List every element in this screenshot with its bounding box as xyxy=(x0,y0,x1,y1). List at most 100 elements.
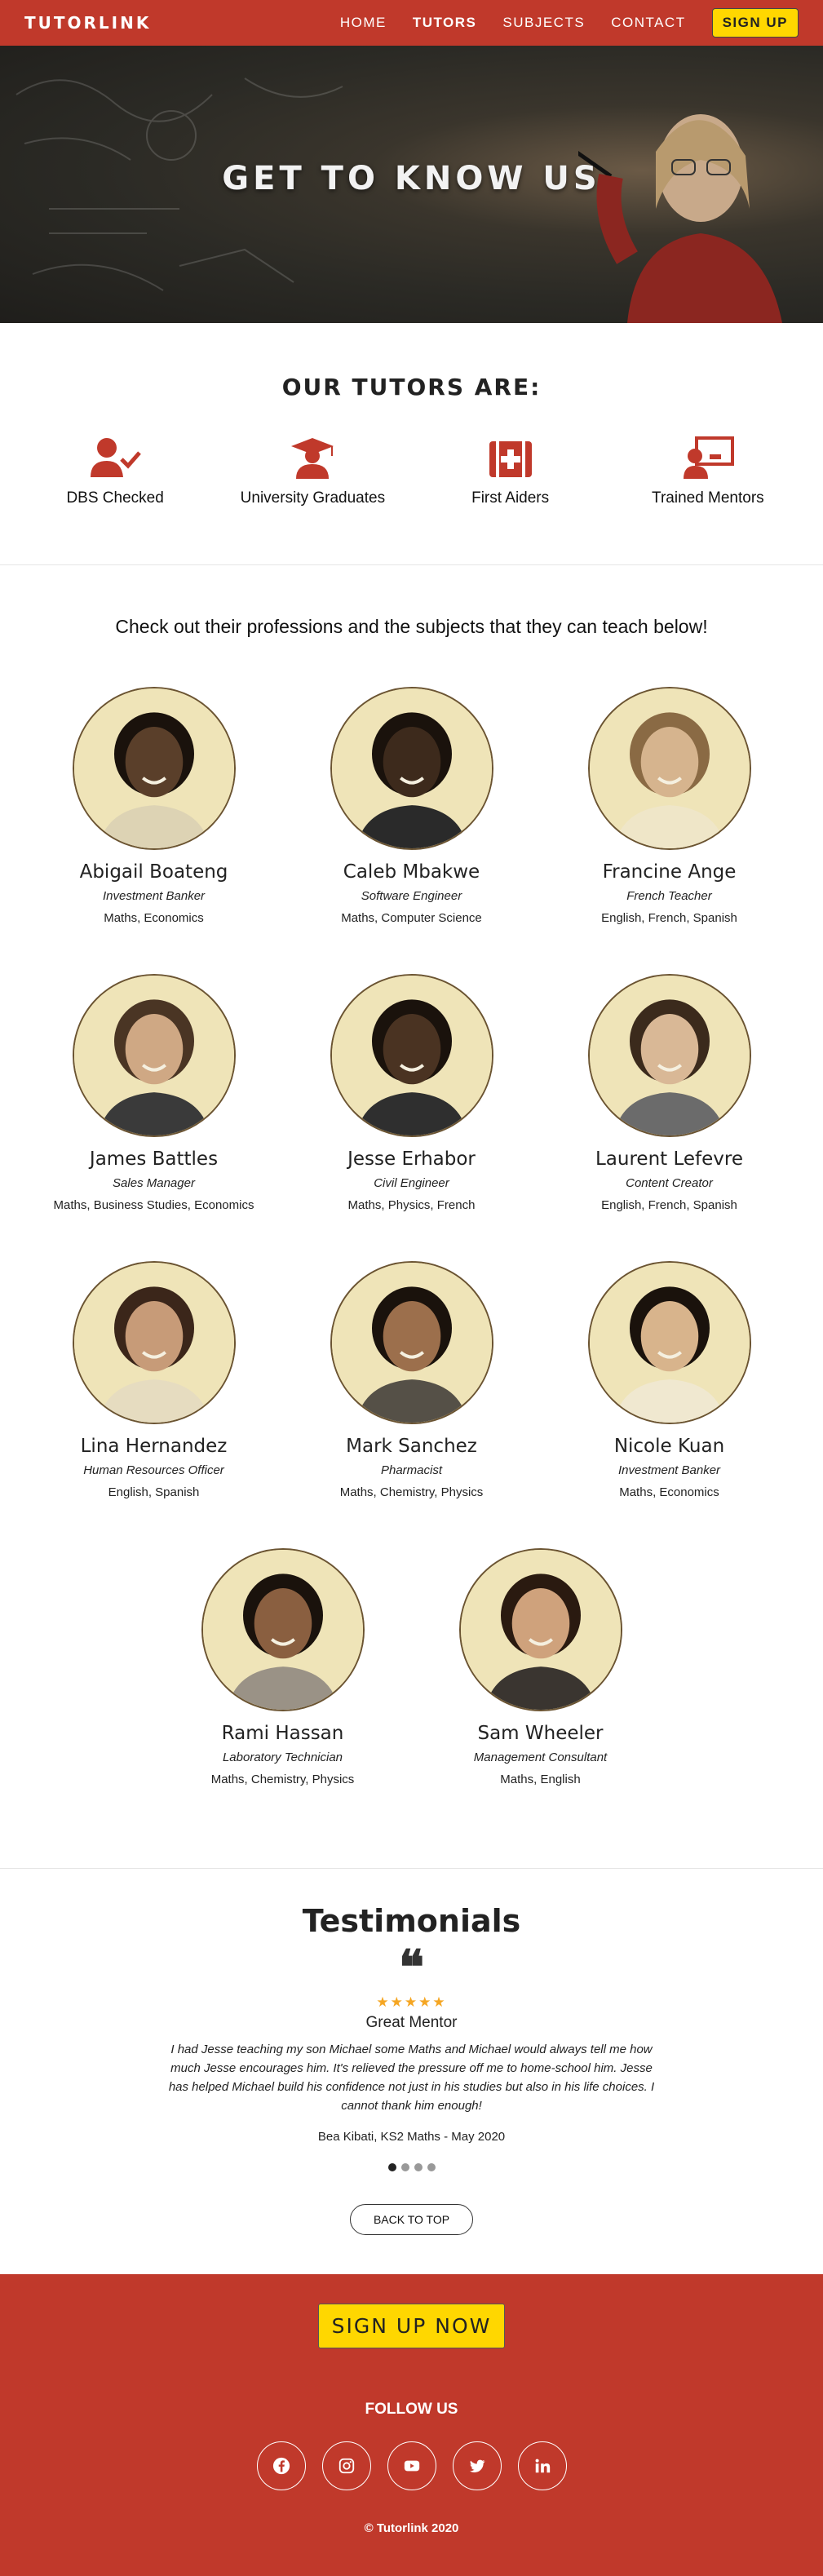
tutor-role: French Teacher xyxy=(626,889,712,903)
quality-label: First Aiders xyxy=(471,489,550,507)
tutor-photo xyxy=(73,976,234,1135)
back-to-top-button[interactable]: BACK TO TOP xyxy=(349,2204,474,2235)
nav-link-contact[interactable]: CONTACT xyxy=(611,15,685,31)
carousel-dot[interactable] xyxy=(414,2163,423,2171)
tutor-card: Sam Wheeler Management Consultant Maths, E… xyxy=(412,1548,670,1786)
linkedin-link[interactable] xyxy=(517,2441,567,2490)
tutor-name: Nicole Kuan xyxy=(613,1436,725,1457)
tutor-card: Rami Hassan Laboratory Technician Maths, C… xyxy=(154,1548,412,1786)
tutor-name: Mark Sanchez xyxy=(346,1436,477,1457)
quality-label: University Graduates xyxy=(240,489,386,507)
tutor-name: Caleb Mbakwe xyxy=(343,861,480,883)
tutor-card: Jesse Erhabor Civil Engineer Maths, Physic… xyxy=(283,974,541,1212)
quality-university-graduates: University Graduates xyxy=(223,436,402,507)
qualities-section: OUR TUTORS ARE: DBS Checked University G… xyxy=(0,323,823,565)
tutor-avatar xyxy=(72,1261,236,1424)
testimonial-heading: Great Mentor xyxy=(365,2014,458,2031)
nav-link-subjects[interactable]: SUBJECTS xyxy=(502,15,585,31)
tutor-grid: Abigail Boateng Investment Banker Maths, E… xyxy=(0,687,823,1835)
linkedin-icon xyxy=(535,2459,550,2473)
site-logo[interactable]: TUTORLINK xyxy=(24,13,151,33)
tutor-card: Abigail Boateng Investment Banker Maths, E… xyxy=(25,687,283,925)
tutor-role: Investment Banker xyxy=(102,889,206,903)
nav-links: HOME TUTORS SUBJECTS CONTACT SIGN UP xyxy=(314,8,799,38)
tutor-avatar xyxy=(330,1261,493,1424)
footer: SIGN UP NOW FOLLOW US © Tutorlink 2020 xyxy=(0,2274,823,2576)
quality-trained-mentors: Trained Mentors xyxy=(618,436,798,507)
tutor-role: Sales Manager xyxy=(113,1176,195,1190)
tutor-photo xyxy=(331,1263,492,1423)
tutor-avatar xyxy=(330,687,493,850)
tutor-name: James Battles xyxy=(89,1149,219,1170)
tutor-name: Sam Wheeler xyxy=(477,1723,604,1744)
tutor-avatar xyxy=(330,974,493,1137)
tutor-name: Abigail Boateng xyxy=(79,861,228,883)
tutor-photo xyxy=(73,688,234,848)
tutor-role: Management Consultant xyxy=(473,1751,608,1764)
tutor-avatar xyxy=(72,687,236,850)
quote-icon: ❝ xyxy=(398,1940,425,1995)
tutor-card: Francine Ange French Teacher English, Fren… xyxy=(541,687,799,925)
quality-label: Trained Mentors xyxy=(652,489,764,507)
tutor-card: Caleb Mbakwe Software Engineer Maths, Comp… xyxy=(283,687,541,925)
tutor-photo xyxy=(202,1550,363,1710)
teacher-board-icon xyxy=(683,436,734,479)
tutor-card: James Battles Sales Manager Maths, Busines… xyxy=(25,974,283,1212)
tutor-photo xyxy=(460,1550,621,1710)
tutor-avatar xyxy=(587,1261,751,1424)
tutor-name: Lina Hernandez xyxy=(80,1436,228,1457)
tutor-photo xyxy=(331,688,492,848)
carousel-dot[interactable] xyxy=(387,2163,396,2171)
carousel-dot[interactable] xyxy=(400,2163,409,2171)
graduate-icon xyxy=(291,438,334,479)
tutor-name: Laurent Lefevre xyxy=(595,1149,743,1170)
twitter-link[interactable] xyxy=(452,2441,502,2490)
social-links xyxy=(0,2441,823,2490)
testimonial-text: I had Jesse teaching my son Michael some… xyxy=(168,2043,655,2113)
professions-intro: Check out their professions and the subj… xyxy=(115,616,708,637)
tutor-role: Pharmacist xyxy=(380,1463,443,1477)
first-aid-icon xyxy=(489,441,532,477)
tutor-role: Civil Engineer xyxy=(374,1176,449,1190)
carousel-dot[interactable] xyxy=(427,2163,436,2171)
footer-signup-button[interactable]: SIGN UP NOW xyxy=(317,2304,506,2348)
tutor-subjects: Maths, Physics, French xyxy=(347,1198,476,1212)
tutor-photo xyxy=(589,688,750,848)
tutor-photo xyxy=(331,976,492,1135)
tutor-name: Francine Ange xyxy=(602,861,737,883)
tutor-avatar xyxy=(72,974,236,1137)
tutor-card: Laurent Lefevre Content Creator English, F… xyxy=(541,974,799,1212)
user-check-icon xyxy=(91,438,142,477)
quality-dbs-checked: DBS Checked xyxy=(25,436,205,507)
tutor-role: Content Creator xyxy=(626,1176,713,1190)
tutor-subjects: English, Spanish xyxy=(108,1485,200,1499)
nav-signup-button[interactable]: SIGN UP xyxy=(711,8,799,38)
instagram-icon xyxy=(338,2458,354,2474)
hero-title: GET TO KNOW US xyxy=(222,160,601,197)
youtube-link[interactable] xyxy=(387,2441,436,2490)
hero-teacher-image xyxy=(578,114,782,323)
rating-stars: ★★★★★ xyxy=(376,1994,447,2010)
copyright-text: © Tutorlink 2020 xyxy=(364,2521,459,2535)
quality-label: DBS Checked xyxy=(66,489,164,507)
facebook-icon xyxy=(272,2457,290,2475)
tutor-subjects: Maths, Business Studies, Economics xyxy=(53,1198,254,1212)
nav-link-tutors[interactable]: TUTORS xyxy=(413,15,477,31)
tutor-card: Lina Hernandez Human Resources Officer Eng… xyxy=(25,1261,283,1499)
nav-link-home[interactable]: HOME xyxy=(340,15,387,31)
tutor-photo xyxy=(73,1263,234,1423)
tutor-subjects: Maths, Chemistry, Physics xyxy=(210,1773,355,1786)
tutor-subjects: Maths, Economics xyxy=(619,1485,719,1499)
tutor-role: Investment Banker xyxy=(617,1463,721,1477)
tutor-role: Laboratory Technician xyxy=(222,1751,343,1764)
facebook-link[interactable] xyxy=(256,2441,306,2490)
tutor-name: Jesse Erhabor xyxy=(347,1149,476,1170)
tutor-subjects: English, French, Spanish xyxy=(601,911,737,925)
tutor-photo xyxy=(589,976,750,1135)
qualities-heading: OUR TUTORS ARE: xyxy=(281,374,542,401)
tutor-avatar xyxy=(458,1548,622,1711)
instagram-link[interactable] xyxy=(321,2441,371,2490)
testimonial-author: Bea Kibati, KS2 Maths - May 2020 xyxy=(317,2130,506,2144)
tutor-avatar xyxy=(587,974,751,1137)
hero-banner: GET TO KNOW US xyxy=(0,46,823,323)
